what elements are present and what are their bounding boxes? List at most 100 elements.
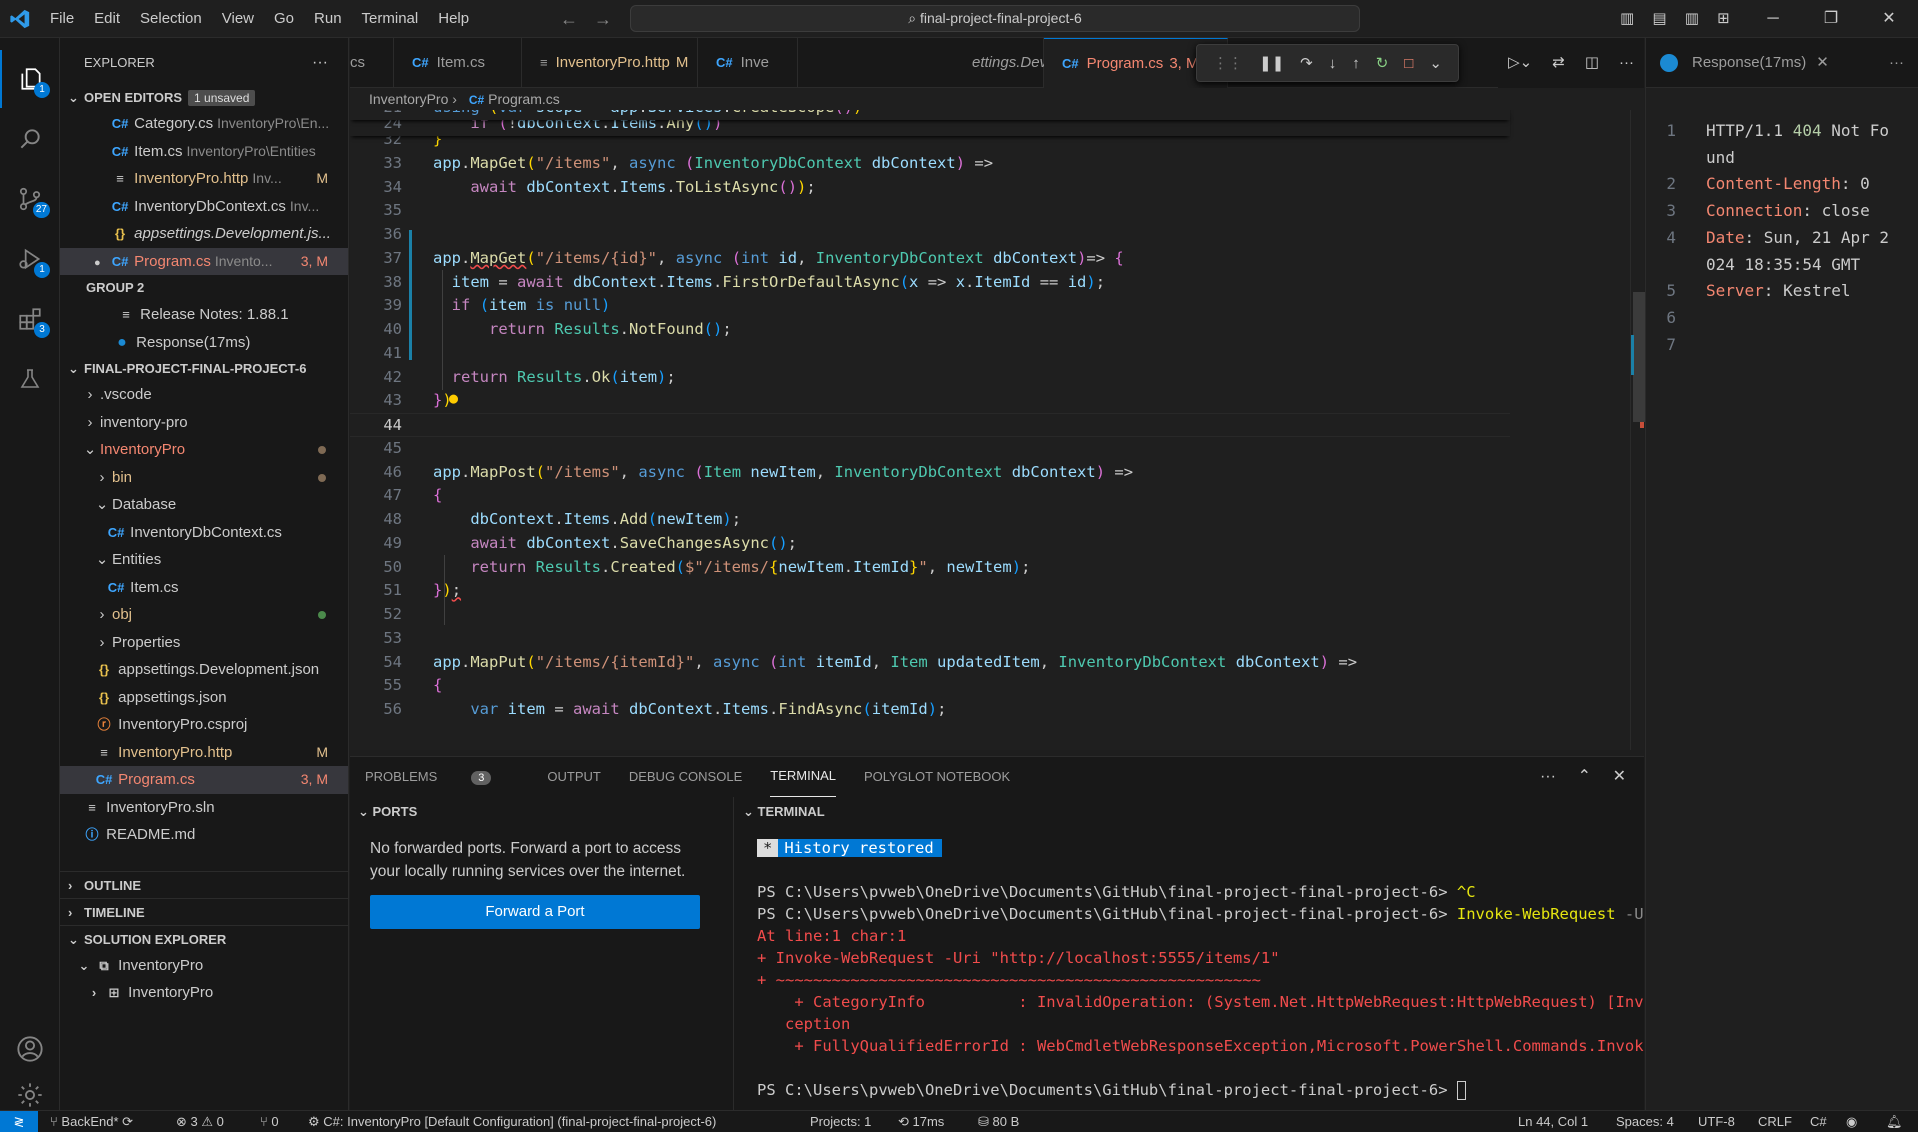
projects-status[interactable]: Projects: 1 — [810, 1111, 871, 1132]
close-icon[interactable]: ✕ — [1816, 54, 1829, 71]
menu-go[interactable]: Go — [264, 0, 304, 38]
stop-icon[interactable]: □ — [1404, 55, 1413, 72]
notifications-bell-icon[interactable]: 🔔︎ — [1886, 1111, 1903, 1132]
open-editors-section[interactable]: ⌄ OPEN EDITORS 1 unsaved — [60, 85, 348, 110]
chevron-down-icon[interactable]: ⌄ — [1429, 54, 1442, 72]
tab-debug-console[interactable]: DEBUG CONSOLE — [629, 757, 742, 797]
settings-gear-icon[interactable] — [0, 1080, 60, 1110]
drag-handle-icon[interactable]: ⋮⋮ — [1213, 54, 1243, 72]
compare-changes-icon[interactable]: ⇄ — [1552, 38, 1565, 88]
step-into-icon[interactable]: ↓ — [1329, 55, 1337, 72]
restore-icon[interactable]: ❐ — [1802, 0, 1860, 38]
explorer-icon[interactable]: 1 — [0, 50, 60, 108]
close-window-icon[interactable]: ✕ — [1860, 0, 1918, 38]
pause-icon[interactable]: ❚❚ — [1259, 54, 1284, 72]
menu-view[interactable]: View — [212, 0, 264, 38]
tab-terminal[interactable]: TERMINAL — [770, 757, 836, 797]
toggle-secondary-sidebar-icon[interactable]: ▥ — [1685, 10, 1699, 27]
encoding-status[interactable]: UTF-8 — [1698, 1111, 1735, 1132]
response-size-status[interactable]: ⛁ 80 B — [978, 1111, 1019, 1132]
tab-inventorypro-http[interactable]: ≡ InventoryPro.http M — [522, 38, 698, 88]
open-editor-item[interactable]: C# Item.cs InventoryPro\Entities — [60, 138, 348, 166]
tree-item[interactable]: C# InventoryDbContext.cs — [60, 519, 348, 547]
ports-header[interactable]: ⌄ PORTS — [350, 797, 733, 827]
toggle-primary-sidebar-icon[interactable]: ▥ — [1620, 10, 1634, 27]
open-editor-item[interactable]: C# Category.cs InventoryPro\En... — [60, 110, 348, 138]
open-editor-item[interactable]: C# InventoryDbContext.cs Inv... — [60, 193, 348, 221]
menu-run[interactable]: Run — [304, 0, 352, 38]
forward-arrow-icon[interactable]: → — [594, 9, 612, 29]
tab-output[interactable]: OUTPUT — [547, 757, 600, 797]
editor-scrollbar[interactable] — [1630, 110, 1645, 750]
menu-file[interactable]: File — [40, 0, 84, 38]
menu-help[interactable]: Help — [428, 0, 479, 38]
maximize-panel-icon[interactable]: ⌃ — [1578, 768, 1591, 785]
more-actions-icon[interactable]: ··· — [1889, 38, 1904, 88]
source-control-icon[interactable]: 27 — [0, 170, 60, 228]
timeline-section[interactable]: › TIMELINE — [60, 897, 348, 925]
language-status[interactable]: C# — [1810, 1111, 1827, 1132]
tree-item[interactable]: › inventory-pro — [60, 409, 348, 437]
tab-polyglot-notebook[interactable]: POLYGLOT NOTEBOOK — [864, 757, 1010, 797]
ports-status[interactable]: ⑂ 0 — [260, 1111, 279, 1132]
tree-item[interactable]: C# Item.cs — [60, 574, 348, 602]
breadcrumb-folder[interactable]: InventoryPro — [369, 91, 448, 107]
tab-response[interactable]: Response(17ms) ✕ ··· — [1646, 38, 1918, 88]
menu-edit[interactable]: Edit — [84, 0, 130, 38]
project-config-status[interactable]: ⚙ C#: InventoryPro [Default Configuratio… — [308, 1111, 716, 1132]
tree-item[interactable]: › bin — [60, 464, 348, 492]
menu-selection[interactable]: Selection — [130, 0, 212, 38]
code-editor[interactable]: 21 using (var scope = app.Services.Create… — [350, 110, 1644, 750]
breadcrumb-file[interactable]: Program.cs — [488, 91, 560, 107]
tree-item[interactable]: › .vscode — [60, 381, 348, 409]
tree-item[interactable]: ⌄ InventoryPro — [60, 436, 348, 464]
solution-item[interactable]: ⌄ ⧉ InventoryPro — [60, 952, 348, 980]
extensions-icon[interactable]: 3 — [0, 290, 60, 348]
project-section[interactable]: ⌄ FINAL-PROJECT-FINAL-PROJECT-6 — [60, 356, 348, 381]
more-actions-icon[interactable]: ··· — [1540, 768, 1556, 785]
toggle-panel-icon[interactable]: ▤ — [1652, 10, 1666, 27]
account-icon[interactable] — [0, 1020, 60, 1078]
tree-item[interactable]: C# Program.cs 3, M — [60, 766, 348, 794]
open-editor-response[interactable]: ● Response(17ms) — [60, 329, 348, 357]
search-activity-icon[interactable] — [0, 110, 60, 168]
remote-indicator-icon[interactable]: ≷ — [0, 1111, 38, 1132]
copilot-icon[interactable]: ◉ — [1846, 1111, 1857, 1132]
cursor-position-status[interactable]: Ln 44, Col 1 — [1518, 1111, 1588, 1132]
solution-explorer-section[interactable]: ⌄ SOLUTION EXPLORER — [60, 924, 348, 952]
close-panel-icon[interactable]: ✕ — [1613, 768, 1626, 785]
testing-flask-icon[interactable] — [0, 350, 60, 408]
indentation-status[interactable]: Spaces: 4 — [1616, 1111, 1674, 1132]
branch-status[interactable]: ⑂ BackEnd* ⟳ — [50, 1111, 133, 1132]
tree-item[interactable]: ≡ InventoryPro.http M — [60, 739, 348, 767]
response-time-status[interactable]: ⟲ 17ms — [898, 1111, 944, 1132]
more-actions-icon[interactable]: ··· — [312, 38, 328, 88]
run-debug-icon[interactable]: 1 — [0, 230, 60, 288]
outline-section[interactable]: › OUTLINE — [60, 870, 348, 898]
split-editor-icon[interactable]: ◫ — [1585, 38, 1599, 88]
terminal-header[interactable]: ⌄ TERMINAL — [735, 797, 1644, 827]
tree-item[interactable]: ≡ InventoryPro.sln — [60, 794, 348, 822]
back-arrow-icon[interactable]: ← — [560, 9, 578, 29]
lightbulb-icon[interactable]: ● — [449, 387, 458, 411]
open-editor-item[interactable]: ≡ InventoryPro.http Inv... M — [60, 165, 348, 193]
tab-inventorydbcontext[interactable]: C# Inve — [698, 38, 798, 88]
open-editor-item[interactable]: ● C# Program.cs Invento... 3, M — [60, 247, 348, 275]
solution-project-item[interactable]: › ⊞ InventoryPro — [60, 979, 348, 1007]
restart-icon[interactable]: ↻ — [1376, 54, 1389, 72]
step-out-icon[interactable]: ↑ — [1352, 55, 1360, 72]
tree-item[interactable]: ⌄ Entities — [60, 546, 348, 574]
more-actions-icon[interactable]: ··· — [1619, 38, 1634, 88]
sync-icon[interactable]: ⟳ — [122, 1114, 133, 1129]
open-editor-item[interactable]: {} appsettings.Development.js... — [60, 220, 348, 248]
tab-item-cs[interactable]: C# Item.cs — [394, 38, 522, 88]
command-center-search[interactable]: ⌕ final-project-final-project-6 — [630, 5, 1360, 32]
tree-item[interactable]: ⌄ Database — [60, 491, 348, 519]
tree-item[interactable]: › Properties — [60, 629, 348, 657]
tree-item[interactable]: › obj — [60, 601, 348, 629]
run-debug-dropdown-icon[interactable]: ▷⌄ — [1508, 38, 1532, 88]
forward-port-button[interactable]: Forward a Port — [370, 895, 700, 929]
tab-appsettings-development[interactable]: ettings.Development.json — [798, 38, 1140, 88]
open-editor-release-notes[interactable]: ≡ Release Notes: 1.88.1 — [60, 301, 348, 329]
customize-layout-icon[interactable]: ⊞ — [1717, 10, 1730, 27]
